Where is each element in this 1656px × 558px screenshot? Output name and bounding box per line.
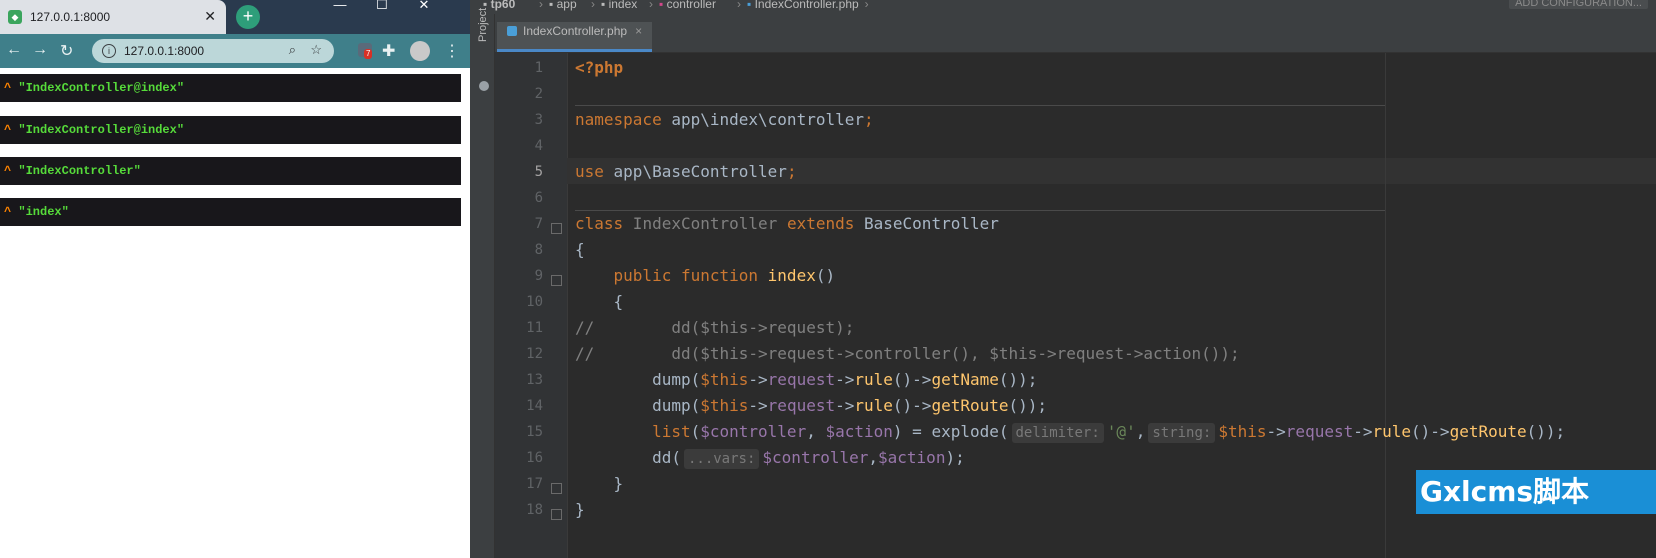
code-line: // dd($this->request->controller(), $thi… (575, 344, 1240, 363)
code-line: <?php (575, 58, 624, 77)
breadcrumb-item-index[interactable]: › ▪ index (585, 0, 637, 11)
line-number: 17 (526, 476, 543, 492)
extension-badge: 7 (364, 49, 373, 59)
menu-kebab-icon[interactable]: ⋮ (444, 41, 460, 61)
dump-value: "index" (18, 205, 69, 219)
browser-toolbar: ← → ↻ i 127.0.0.1:8000 ⌕ ☆ 7 ✚ ⋮ (0, 34, 470, 68)
method-separator (575, 105, 1385, 106)
favicon-icon: ◆ (8, 10, 22, 24)
project-tool-button[interactable]: Project (477, 0, 489, 42)
breadcrumb-item-controller[interactable]: › ▪ controller (643, 0, 716, 11)
editor-tab-strip: IndexController.php × (495, 14, 1656, 53)
reload-icon[interactable]: ↻ (60, 41, 73, 61)
line-number: 15 (526, 424, 543, 440)
browser-tab[interactable]: ◆ 127.0.0.1:8000 ✕ (0, 0, 226, 34)
add-configuration-button[interactable]: ADD CONFIGURATION... (1509, 0, 1648, 9)
extension-icon[interactable]: 7 (358, 43, 373, 59)
new-tab-button[interactable]: + (236, 5, 260, 29)
line-number: 8 (534, 242, 543, 258)
line-number: 9 (534, 268, 543, 284)
tab-indexcontroller[interactable]: IndexController.php × (497, 22, 653, 52)
code-line: { (575, 240, 585, 259)
code-line: public function index() (613, 266, 836, 285)
site-info-icon[interactable]: i (102, 44, 116, 58)
line-number: 14 (526, 398, 543, 414)
extensions-puzzle-icon[interactable]: ✚ (382, 41, 395, 61)
dump-value: "IndexController@index" (18, 123, 185, 137)
browser-window: ◆ 127.0.0.1:8000 ✕ + — ☐ ✕ ← → ↻ i 127.0… (0, 0, 470, 558)
watermark: Gxlcms脚本 (1416, 470, 1656, 514)
tab-close-icon[interactable]: ✕ (204, 8, 216, 25)
dump-caret[interactable]: ^ (4, 123, 11, 137)
address-bar[interactable]: i 127.0.0.1:8000 ⌕ ☆ (92, 39, 334, 63)
dump-caret[interactable]: ^ (4, 81, 11, 95)
tab-label: IndexController.php (523, 23, 628, 38)
folder-icon: ▪ (659, 0, 667, 11)
code-line: dump($this->request->rule()->getRoute())… (575, 396, 1048, 415)
tool-window-strip: Project (475, 8, 495, 558)
param-hint: ...vars: (683, 449, 760, 469)
line-number: 18 (526, 502, 543, 518)
dump-output: ^ "IndexController" (0, 157, 461, 185)
dump-output: ^ "IndexController@index" (0, 74, 461, 102)
line-number: 2 (534, 86, 543, 102)
minimize-button[interactable]: — (320, 0, 360, 14)
php-file-icon (507, 25, 517, 36)
breadcrumb-item-app[interactable]: › ▪ app (533, 0, 577, 11)
code-line: { (575, 292, 624, 311)
php-file-icon: ▪ (747, 0, 755, 11)
bookmark-star-icon[interactable]: ☆ (310, 42, 322, 58)
tab-close-icon[interactable]: × (635, 24, 642, 38)
profile-avatar[interactable] (410, 41, 430, 61)
line-number: 11 (526, 320, 543, 336)
fold-marker-icon[interactable] (551, 509, 562, 520)
param-hint: delimiter: (1011, 423, 1104, 443)
page-content: ^ "IndexController@index" ^ "IndexContro… (0, 68, 470, 558)
line-number: 6 (534, 190, 543, 206)
maximize-button[interactable]: ☐ (362, 0, 402, 14)
project-icon[interactable] (479, 81, 489, 91)
dump-output: ^ "IndexController@index" (0, 116, 461, 144)
code-line: namespace app\index\controller; (575, 110, 874, 129)
param-hint: string: (1148, 423, 1216, 443)
browser-tab-bar: ◆ 127.0.0.1:8000 ✕ + — ☐ ✕ (0, 0, 470, 34)
fold-marker-icon[interactable] (551, 275, 562, 286)
code-line: dd(...vars: $controller,$action); (575, 448, 965, 469)
line-number: 10 (526, 294, 543, 310)
breadcrumb: ▪ tp60 › ▪ app › ▪ index › ▪ controller › ▪ … (475, 0, 1656, 14)
back-icon[interactable]: ← (6, 41, 22, 59)
code-line: dump($this->request->rule()->getName()); (575, 370, 1038, 389)
fold-marker-icon[interactable] (551, 483, 562, 494)
code-line: list($controller, $action) = explode(del… (575, 422, 1566, 443)
dump-caret[interactable]: ^ (4, 164, 11, 178)
line-number: 4 (534, 138, 543, 154)
line-number: 16 (526, 450, 543, 466)
line-number: 12 (526, 346, 543, 362)
code-line: class IndexController extends BaseContro… (575, 214, 999, 233)
breadcrumb-item-file[interactable]: › ▪ IndexController.php › (731, 0, 875, 11)
zoom-icon[interactable]: ⌕ (289, 42, 296, 58)
folder-icon: ▪ (549, 0, 557, 11)
browser-tab-title: 127.0.0.1:8000 (30, 10, 111, 24)
dump-value: "IndexController@index" (18, 81, 185, 95)
close-window-button[interactable]: ✕ (404, 0, 444, 14)
line-number: 3 (534, 112, 543, 128)
dump-caret[interactable]: ^ (4, 205, 11, 219)
dump-value: "IndexController" (18, 164, 141, 178)
forward-icon[interactable]: → (32, 41, 48, 59)
folder-icon: ▪ (601, 0, 609, 11)
line-number: 13 (526, 372, 543, 388)
fold-marker-icon[interactable] (551, 223, 562, 234)
code-line: use app\BaseController; (575, 162, 797, 181)
address-url[interactable]: 127.0.0.1:8000 (124, 44, 204, 58)
line-number: 5 (534, 164, 543, 180)
line-number: 7 (534, 216, 543, 232)
line-number: 1 (534, 60, 543, 76)
dump-output: ^ "index" (0, 198, 461, 226)
code-line: // dd($this->request); (575, 318, 855, 337)
